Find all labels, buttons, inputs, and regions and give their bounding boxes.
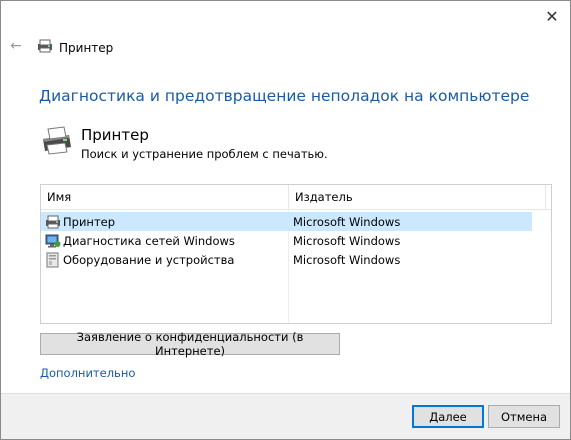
hardware-devices-icon [45, 252, 61, 268]
printer-icon [45, 214, 61, 230]
next-accelerator: Д [429, 409, 439, 424]
row-name: Принтер [63, 214, 116, 229]
troubleshooter-title: Принтер [81, 126, 149, 144]
printer-small-icon [37, 39, 53, 56]
troubleshooter-subtitle: Поиск и устранение проблем с печатью. [81, 147, 328, 161]
next-label-rest: алее [438, 409, 467, 424]
row-publisher: Microsoft Windows [293, 252, 401, 267]
list-header: Имя Издатель [41, 185, 551, 210]
column-header-name[interactable]: Имя [41, 185, 289, 209]
column-header-publisher[interactable]: Издатель [289, 185, 546, 209]
privacy-statement-button[interactable]: Заявление о конфиденциальности (в Интерн… [40, 330, 340, 358]
troubleshooter-window: ✕ ← Принтер Диагностика и предотвращение… [0, 0, 571, 440]
row-publisher: Microsoft Windows [293, 233, 401, 248]
footer-bar: Далее Отмена [1, 393, 570, 439]
back-button[interactable]: ← [7, 37, 25, 55]
row-name: Диагностика сетей Windows [63, 233, 235, 248]
window-title-text: Принтер [59, 40, 114, 55]
row-publisher: Microsoft Windows [293, 214, 401, 229]
troubleshooter-list[interactable]: Имя Издатель Принтер Microsoft Windows Д… [40, 184, 552, 324]
list-row-network-diagnostics[interactable]: Диагностика сетей Windows Microsoft Wind… [41, 231, 532, 250]
troubleshooter-info: Принтер Поиск и устранение проблем с печ… [39, 125, 328, 161]
window-title: Принтер [37, 39, 113, 56]
list-row-printer[interactable]: Принтер Microsoft Windows [41, 212, 532, 231]
list-row-hardware-devices[interactable]: Оборудование и устройства Microsoft Wind… [41, 250, 532, 269]
next-button[interactable]: Далее [412, 405, 484, 428]
network-diagnostics-icon [45, 233, 61, 249]
cancel-button[interactable]: Отмена [488, 405, 560, 428]
close-button[interactable]: ✕ [534, 1, 570, 31]
back-arrow-icon: ← [10, 38, 22, 54]
printer-large-icon [39, 125, 73, 158]
advanced-link[interactable]: Дополнительно [40, 366, 135, 380]
page-heading: Диагностика и предотвращение неполадок н… [39, 87, 530, 105]
close-icon: ✕ [545, 6, 559, 26]
row-name: Оборудование и устройства [63, 252, 235, 267]
